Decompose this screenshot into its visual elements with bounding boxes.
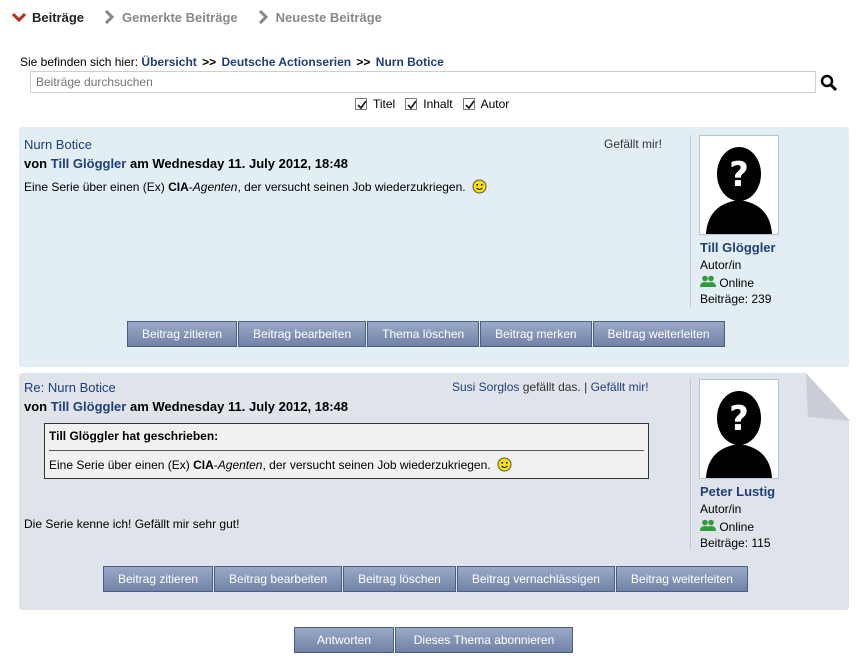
text-part: Eine Serie über einen (Ex) bbox=[24, 180, 165, 194]
search-input[interactable] bbox=[30, 71, 816, 93]
user-name-link[interactable]: Till Glöggler bbox=[700, 240, 776, 255]
search-filters: Titel Inhalt Autor bbox=[355, 97, 519, 111]
chevron-right-icon bbox=[256, 9, 270, 25]
delete-thread-button[interactable]: Thema löschen bbox=[367, 321, 480, 347]
post-meta: von Till Glöggler am Wednesday 11. July … bbox=[24, 156, 348, 171]
user-role: Autor/in bbox=[700, 502, 742, 516]
breadcrumb-link-deutsche-actionserien[interactable]: Deutsche Actionserien bbox=[221, 55, 351, 69]
search-icon[interactable] bbox=[820, 73, 838, 93]
status-text: Online bbox=[719, 520, 755, 534]
quote-text: Eine Serie über einen (Ex) CIA-Agenten, … bbox=[49, 457, 512, 475]
filter-titel: Titel bbox=[355, 97, 395, 111]
post: Re: Nurn Botice von Till Glöggler am Wed… bbox=[19, 373, 849, 610]
post-title[interactable]: Re: Nurn Botice bbox=[24, 380, 116, 395]
breadcrumb-prefix: Sie befinden sich hier: bbox=[20, 55, 139, 69]
tab-gemerkte-beitraege[interactable]: Gemerkte Beiträge bbox=[102, 10, 238, 25]
post-text: Die Serie kenne ich! Gefällt mir sehr gu… bbox=[24, 517, 240, 531]
online-users-icon bbox=[700, 275, 719, 290]
user-post-count: Beiträge: 239 bbox=[700, 292, 772, 306]
filter-inhalt: Inhalt bbox=[405, 97, 453, 111]
text-part: Eine Serie über einen (Ex) bbox=[49, 458, 190, 472]
chevron-down-icon bbox=[11, 10, 27, 24]
meta-prefix: von bbox=[24, 156, 48, 171]
online-users-icon bbox=[700, 519, 719, 534]
svg-text:?: ? bbox=[729, 399, 749, 439]
quote-post-button[interactable]: Beitrag zitieren bbox=[127, 321, 238, 347]
breadcrumb-link-uebersicht[interactable]: Übersicht bbox=[141, 55, 196, 69]
chevron-right-icon bbox=[102, 9, 116, 25]
like-info: Susi Sorglos gefällt das. | Gefällt mir! bbox=[452, 380, 649, 394]
smiley-icon bbox=[497, 457, 512, 475]
tab-bar: Beiträge Gemerkte Beiträge Neueste Beitr… bbox=[11, 8, 400, 26]
filter-autor: Autor bbox=[462, 97, 510, 111]
tab-neueste-beitraege[interactable]: Neueste Beiträge bbox=[256, 10, 382, 25]
forward-post-button[interactable]: Beitrag weiterleiten bbox=[615, 566, 748, 592]
post-text: Eine Serie über einen (Ex) CIA-Agenten, … bbox=[24, 179, 487, 197]
page-fold-corner bbox=[806, 373, 850, 421]
user-status: Online bbox=[700, 275, 754, 290]
text-bold: CIA bbox=[193, 458, 214, 472]
meta-prefix: von bbox=[24, 399, 48, 414]
svg-text:?: ? bbox=[729, 155, 749, 195]
divider bbox=[690, 135, 691, 307]
post-date: am Wednesday 11. July 2012, 18:48 bbox=[129, 399, 348, 414]
divider bbox=[690, 378, 691, 550]
edit-post-button[interactable]: Beitrag bearbeiten bbox=[238, 321, 367, 347]
post-title[interactable]: Nurn Botice bbox=[24, 137, 92, 152]
smiley-icon bbox=[472, 179, 487, 197]
subscribe-thread-button[interactable]: Dieses Thema abonnieren bbox=[395, 627, 573, 653]
tab-label: Beiträge bbox=[32, 9, 85, 25]
liked-by-user-link[interactable]: Susi Sorglos bbox=[452, 380, 519, 394]
user-name-link[interactable]: Peter Lustig bbox=[700, 484, 775, 499]
forward-post-button[interactable]: Beitrag weiterleiten bbox=[592, 321, 725, 347]
filter-label: Titel bbox=[373, 97, 396, 111]
delete-post-button[interactable]: Beitrag löschen bbox=[343, 566, 456, 592]
user-role: Autor/in bbox=[700, 258, 742, 272]
text-italic: Agenten bbox=[192, 180, 238, 194]
text-bold: CIA bbox=[168, 180, 189, 194]
ignore-post-button[interactable]: Beitrag vernachlässigen bbox=[456, 566, 615, 592]
like-link[interactable]: Gefällt mir! bbox=[604, 137, 662, 151]
liked-text: gefällt das. | bbox=[522, 380, 588, 394]
tab-label: Neueste Beiträge bbox=[275, 9, 382, 25]
reply-button[interactable]: Antworten bbox=[294, 627, 394, 653]
filter-label: Autor bbox=[480, 97, 510, 111]
post-actions: Beitrag zitieren Beitrag bearbeiten Them… bbox=[127, 321, 726, 347]
checkbox-inhalt[interactable] bbox=[405, 98, 418, 110]
edit-post-button[interactable]: Beitrag bearbeiten bbox=[214, 566, 343, 592]
post: Nurn Botice von Till Glöggler am Wednesd… bbox=[19, 127, 849, 367]
text-part: , der versucht seinen Job wiederzukriege… bbox=[262, 458, 491, 472]
avatar[interactable]: ? bbox=[699, 135, 779, 235]
bookmark-post-button[interactable]: Beitrag merken bbox=[480, 321, 592, 347]
status-text: Online bbox=[719, 276, 755, 290]
quote-post-button[interactable]: Beitrag zitieren bbox=[103, 566, 214, 592]
quote-box: Till Glöggler hat geschrieben: Eine Seri… bbox=[44, 423, 649, 479]
checkbox-autor[interactable] bbox=[462, 98, 475, 110]
quote-header: Till Glöggler hat geschrieben: bbox=[49, 429, 219, 443]
text-italic: Agenten bbox=[217, 458, 263, 472]
quote-divider bbox=[49, 450, 644, 451]
breadcrumb-link-nurn-botice[interactable]: Nurn Botice bbox=[376, 55, 444, 69]
checkbox-titel[interactable] bbox=[355, 98, 367, 110]
post-date: am Wednesday 11. July 2012, 18:48 bbox=[129, 156, 348, 171]
tab-beitraege[interactable]: Beiträge bbox=[11, 9, 85, 25]
filter-label: Inhalt bbox=[423, 97, 453, 111]
breadcrumb-separator: >> bbox=[356, 55, 371, 69]
like-link[interactable]: Gefällt mir! bbox=[591, 380, 649, 394]
post-meta: von Till Glöggler am Wednesday 11. July … bbox=[24, 399, 348, 414]
post-actions: Beitrag zitieren Beitrag bearbeiten Beit… bbox=[103, 566, 749, 592]
breadcrumb-separator: >> bbox=[202, 55, 217, 69]
text-part: , der versucht seinen Job wiederzukriege… bbox=[237, 180, 466, 194]
tab-label: Gemerkte Beiträge bbox=[122, 9, 238, 25]
post-author-link[interactable]: Till Glöggler bbox=[51, 399, 127, 414]
post-author-link[interactable]: Till Glöggler bbox=[51, 156, 127, 171]
avatar[interactable]: ? bbox=[699, 379, 779, 479]
user-post-count: Beiträge: 115 bbox=[700, 536, 771, 550]
user-status: Online bbox=[700, 519, 754, 534]
thread-actions: Antworten Dieses Thema abonnieren bbox=[294, 627, 574, 653]
breadcrumb: Sie befinden sich hier: Übersicht >> Deu… bbox=[20, 55, 444, 69]
